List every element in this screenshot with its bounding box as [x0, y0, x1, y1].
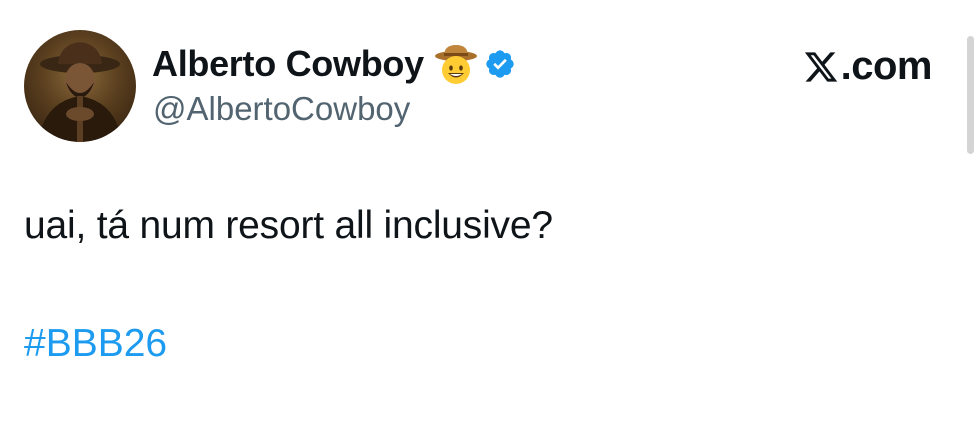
x-logo-icon	[804, 51, 837, 82]
cowboy-avatar-image	[38, 42, 122, 142]
x-brand: .com	[803, 44, 933, 89]
author-handle[interactable]: @AlbertoCowboy	[153, 90, 410, 128]
brand-domain-text: .com	[840, 44, 933, 88]
cowboy-face-emoji-icon	[434, 42, 478, 86]
hashtag-link[interactable]: #BBB26	[24, 322, 167, 366]
tweet-text: uai, tá num resort all inclusive?	[24, 204, 553, 247]
avatar[interactable]	[24, 30, 136, 142]
author-display-name[interactable]: Alberto Cowboy	[152, 43, 424, 85]
verified-badge-icon[interactable]	[484, 48, 516, 80]
scrollbar[interactable]	[967, 36, 974, 154]
author-name-row: Alberto Cowboy	[152, 42, 516, 86]
